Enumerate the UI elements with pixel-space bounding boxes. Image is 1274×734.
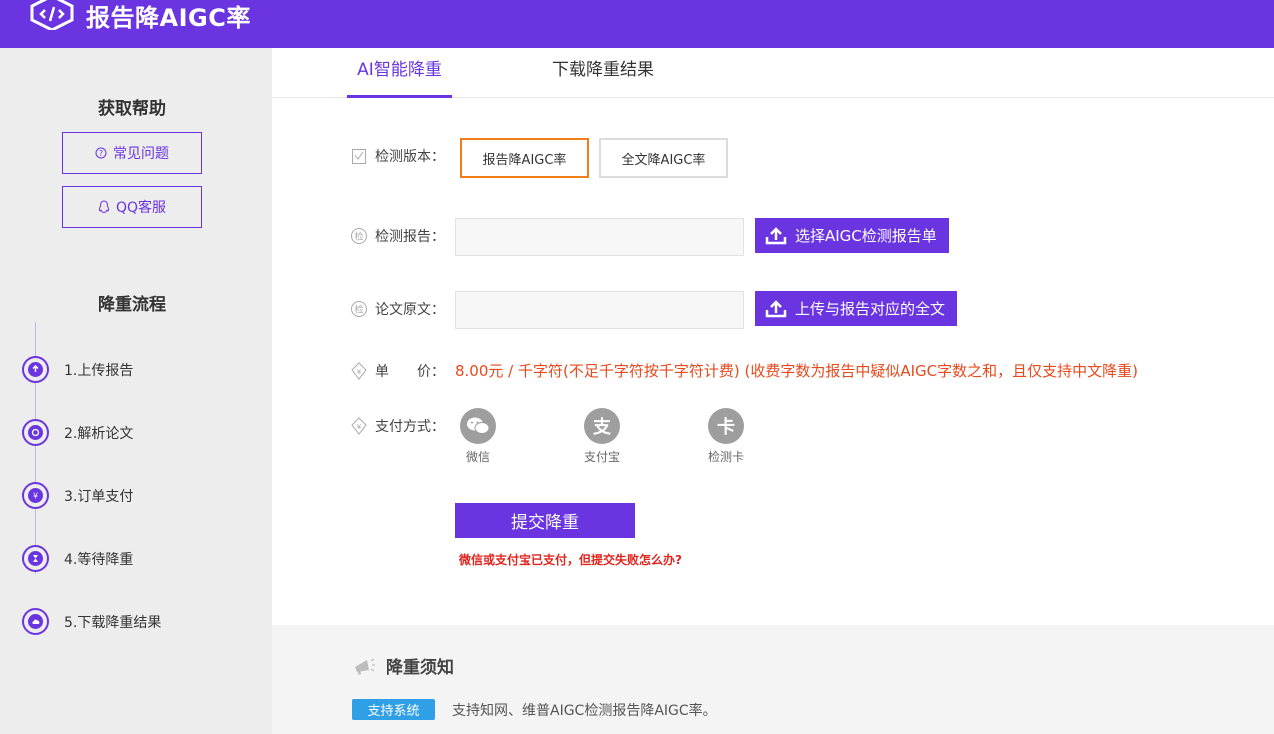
version-option-fulltext[interactable]: 全文降AIGC率 <box>599 138 728 178</box>
price-label-second: 价： <box>417 364 445 380</box>
notice-title: 降重须知 <box>386 658 454 678</box>
faq-label: 常见问题 <box>113 146 169 162</box>
pay-wechat[interactable]: 微信 <box>448 406 508 465</box>
price-text: 8.00元 / 千字符(不足千字符按千字符计费) (收费字数为报告中疑似AIGC… <box>455 362 1138 380</box>
qq-icon <box>98 200 110 214</box>
paper-file-field[interactable] <box>455 291 744 329</box>
pay-alipay-label: 支付宝 <box>583 450 620 464</box>
logo-text: 报告降AIGC率 <box>86 4 251 32</box>
analyze-icon <box>28 425 43 440</box>
choose-report-label: 选择AIGC检测报告单 <box>795 227 937 245</box>
svg-text:检: 检 <box>354 304 363 316</box>
tab-ai-reduce[interactable]: AI智能降重 <box>347 48 452 98</box>
payment-failed-link[interactable]: 微信或支付宝已支付，但提交失败怎么办? <box>459 551 682 568</box>
step-payment: ¥ 3.订单支付 <box>22 482 133 509</box>
report-label: 检测报告： <box>375 229 445 245</box>
notice-section: 降重须知 支持系统 支持知网、维普AIGC检测报告降AIGC率。 <box>272 625 1274 734</box>
submit-button[interactable]: 提交降重 <box>455 503 635 538</box>
payment-label: 支付方式： <box>375 419 445 435</box>
question-icon: ? <box>95 147 107 159</box>
paper-label: 论文原文： <box>375 302 445 318</box>
pay-alipay[interactable]: 支 支付宝 <box>572 406 632 465</box>
seal-icon: 检 <box>350 227 368 245</box>
pay-wechat-label: 微信 <box>465 450 490 464</box>
top-header: 报告降AIGC率 <box>0 0 1274 48</box>
svg-text:¥: ¥ <box>33 492 38 501</box>
document-check-icon <box>350 147 368 165</box>
step-download: 5.下载降重结果 <box>22 608 161 635</box>
svg-text:?: ? <box>99 149 103 158</box>
payment-icon: ¥ <box>28 488 43 503</box>
step-label: 3.订单支付 <box>64 488 134 505</box>
price-label-first: 单 <box>375 364 389 380</box>
step-analyze: 2.解析论文 <box>22 419 133 446</box>
upload-icon <box>765 226 787 245</box>
paper-row-label: 检 论文原文： <box>350 299 445 319</box>
hourglass-icon <box>28 551 43 566</box>
report-row-label: 检 检测报告： <box>350 226 445 246</box>
pay-card-label: 检测卡 <box>707 450 744 464</box>
step-wait: 4.等待降重 <box>22 545 133 572</box>
upload-icon <box>28 362 43 377</box>
process-title: 降重流程 <box>98 295 166 315</box>
megaphone-icon <box>352 656 376 676</box>
price-tag-icon: ¥ <box>350 362 368 380</box>
notice-title-row: 降重须知 <box>352 653 454 678</box>
support-system-badge: 支持系统 <box>352 699 435 720</box>
step-label: 4.等待降重 <box>64 551 134 568</box>
version-label: 检测版本： <box>375 149 445 165</box>
svg-text:¥: ¥ <box>357 368 362 376</box>
step-upload: 1.上传报告 <box>22 356 133 383</box>
qq-service-button[interactable]: QQ客服 <box>62 186 202 228</box>
qq-label: QQ客服 <box>115 200 167 216</box>
report-file-field[interactable] <box>455 218 744 256</box>
svg-text:¥: ¥ <box>357 423 362 431</box>
pay-card[interactable]: 卡 检测卡 <box>696 406 756 465</box>
help-title: 获取帮助 <box>98 99 166 119</box>
notice-text: 支持知网、维普AIGC检测报告降AIGC率。 <box>452 703 717 719</box>
step-label: 2.解析论文 <box>64 425 134 442</box>
logo-icon <box>30 0 74 30</box>
alipay-icon: 支 <box>584 408 620 444</box>
step-label: 5.下载降重结果 <box>64 614 162 631</box>
upload-paper-button[interactable]: 上传与报告对应的全文 <box>755 291 958 326</box>
upload-paper-label: 上传与报告对应的全文 <box>795 300 946 318</box>
upload-icon <box>765 299 787 318</box>
choose-report-button[interactable]: 选择AIGC检测报告单 <box>755 218 949 253</box>
price-tag-icon: ¥ <box>350 417 368 435</box>
tab-download-results[interactable]: 下载降重结果 <box>552 48 654 98</box>
version-row-label: 检测版本： <box>350 146 445 166</box>
price-row-label: ¥ 单 价： <box>350 361 445 381</box>
payment-row-label: ¥ 支付方式： <box>350 416 445 436</box>
seal-icon: 检 <box>350 300 368 318</box>
tab-bar: AI智能降重 下载降重结果 <box>272 48 1274 98</box>
step-label: 1.上传报告 <box>64 362 134 379</box>
version-option-report[interactable]: 报告降AIGC率 <box>460 138 589 178</box>
faq-button[interactable]: ? 常见问题 <box>62 132 202 174</box>
cloud-download-icon <box>28 614 43 629</box>
card-icon: 卡 <box>708 408 744 444</box>
wechat-icon <box>460 408 496 444</box>
svg-text:检: 检 <box>354 231 363 243</box>
